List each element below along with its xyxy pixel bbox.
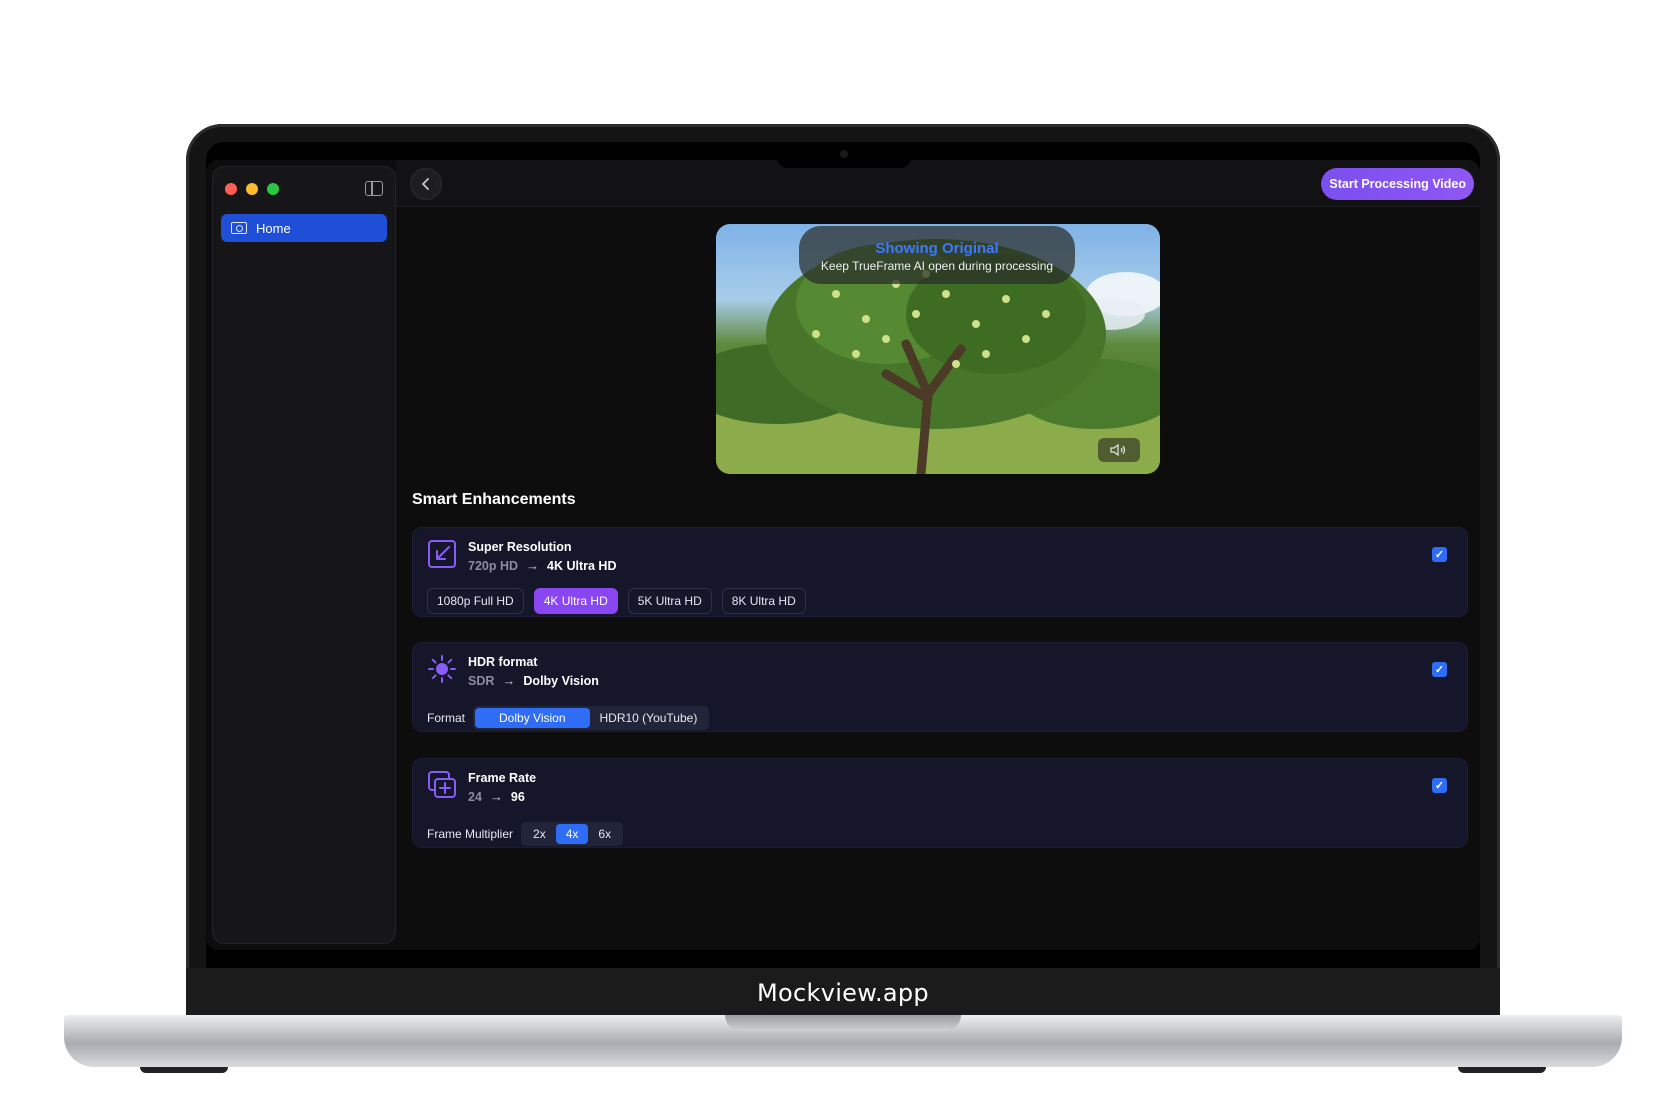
start-processing-button[interactable]: Start Processing Video <box>1321 168 1474 200</box>
close-window-button[interactable] <box>225 183 237 195</box>
bezel-label: Mockview.app <box>757 979 929 1007</box>
app-window: Home Start Processing Video Showing Orig… <box>206 160 1480 950</box>
laptop-screen: Home Start Processing Video Showing Orig… <box>206 142 1480 968</box>
arrow-right-icon: → <box>526 558 540 573</box>
option-1080p[interactable]: 1080p Full HD <box>427 588 524 614</box>
resize-icon <box>428 540 456 568</box>
sun-icon <box>428 655 456 683</box>
volume-button[interactable] <box>1098 438 1140 462</box>
super-resolution-checkbox[interactable]: ✓ <box>1432 547 1447 562</box>
card-title: Super Resolution <box>468 540 572 554</box>
bottom-bezel: Mockview.app <box>186 968 1500 1018</box>
option-hdr10[interactable]: HDR10 (YouTube) <box>590 708 708 728</box>
format-segmented-control: Dolby Vision HDR10 (YouTube) <box>473 706 710 730</box>
sidebar: Home <box>212 166 396 944</box>
overlay-title: Showing Original <box>875 240 999 257</box>
overlay-subtitle: Keep TrueFrame AI open during processing <box>820 259 1054 273</box>
camera-icon <box>840 150 848 158</box>
format-label: Format <box>427 711 466 725</box>
format-control: Format Dolby Vision HDR10 (YouTube) <box>427 706 710 730</box>
frame-multiplier-control: Frame Multiplier 2x 4x 6x <box>427 822 624 846</box>
chevron-left-icon <box>422 178 429 190</box>
toolbar: Start Processing Video <box>396 160 1480 207</box>
sidebar-item-home[interactable]: Home <box>221 214 387 242</box>
zoom-window-button[interactable] <box>267 183 279 195</box>
frame-rate-checkbox[interactable]: ✓ <box>1432 778 1447 793</box>
frame-rate-card: Frame Rate 24 → 96 ✓ Frame Multiplier 2x… <box>412 758 1468 848</box>
resolution-options: 1080p Full HD 4K Ultra HD 5K Ultra HD 8K… <box>427 588 806 614</box>
arrow-right-icon: → <box>489 789 503 804</box>
speaker-icon <box>1110 444 1126 456</box>
card-conversion: SDR → Dolby Vision <box>468 673 599 688</box>
card-conversion: 720p HD → 4K Ultra HD <box>468 558 617 573</box>
option-dolby-vision[interactable]: Dolby Vision <box>475 708 590 728</box>
option-4k[interactable]: 4K Ultra HD <box>533 588 618 614</box>
laptop-foot-left <box>140 1067 228 1073</box>
laptop-foot-right <box>1458 1067 1546 1073</box>
camera-notch <box>776 142 912 168</box>
laptop-base-notch <box>725 1015 961 1031</box>
option-2x[interactable]: 2x <box>523 824 556 844</box>
section-title: Smart Enhancements <box>412 491 576 508</box>
video-status-overlay: Showing Original Keep TrueFrame AI open … <box>799 226 1075 284</box>
option-5k[interactable]: 5K Ultra HD <box>627 588 712 614</box>
card-conversion: 24 → 96 <box>468 789 525 804</box>
minimize-window-button[interactable] <box>246 183 258 195</box>
sidebar-item-label: Home <box>256 220 291 236</box>
frame-multiplier-label: Frame Multiplier <box>427 827 514 841</box>
frames-icon <box>428 771 456 798</box>
card-title: Frame Rate <box>468 771 537 785</box>
hdr-format-card: HDR format SDR → Dolby Vision ✓ Format D… <box>412 642 1468 732</box>
conversion-from: 720p HD <box>468 558 519 573</box>
conversion-from: SDR <box>468 673 495 688</box>
super-resolution-card: Super Resolution 720p HD → 4K Ultra HD ✓… <box>412 527 1468 617</box>
conversion-to: 4K Ultra HD <box>547 558 617 573</box>
back-button[interactable] <box>410 168 442 200</box>
frame-multiplier-segmented-control: 2x 4x 6x <box>521 822 624 846</box>
conversion-to: Dolby Vision <box>523 673 599 688</box>
arrow-right-icon: → <box>502 673 516 688</box>
video-preview[interactable]: Showing Original Keep TrueFrame AI open … <box>716 224 1160 474</box>
card-title: HDR format <box>468 655 538 669</box>
option-8k[interactable]: 8K Ultra HD <box>721 588 806 614</box>
conversion-from: 24 <box>468 789 482 804</box>
hdr-format-checkbox[interactable]: ✓ <box>1432 662 1447 677</box>
option-4x[interactable]: 4x <box>555 824 589 844</box>
option-6x[interactable]: 6x <box>588 824 621 844</box>
home-icon <box>231 222 247 234</box>
sidebar-toggle-icon[interactable] <box>365 181 383 196</box>
conversion-to: 96 <box>510 789 525 804</box>
